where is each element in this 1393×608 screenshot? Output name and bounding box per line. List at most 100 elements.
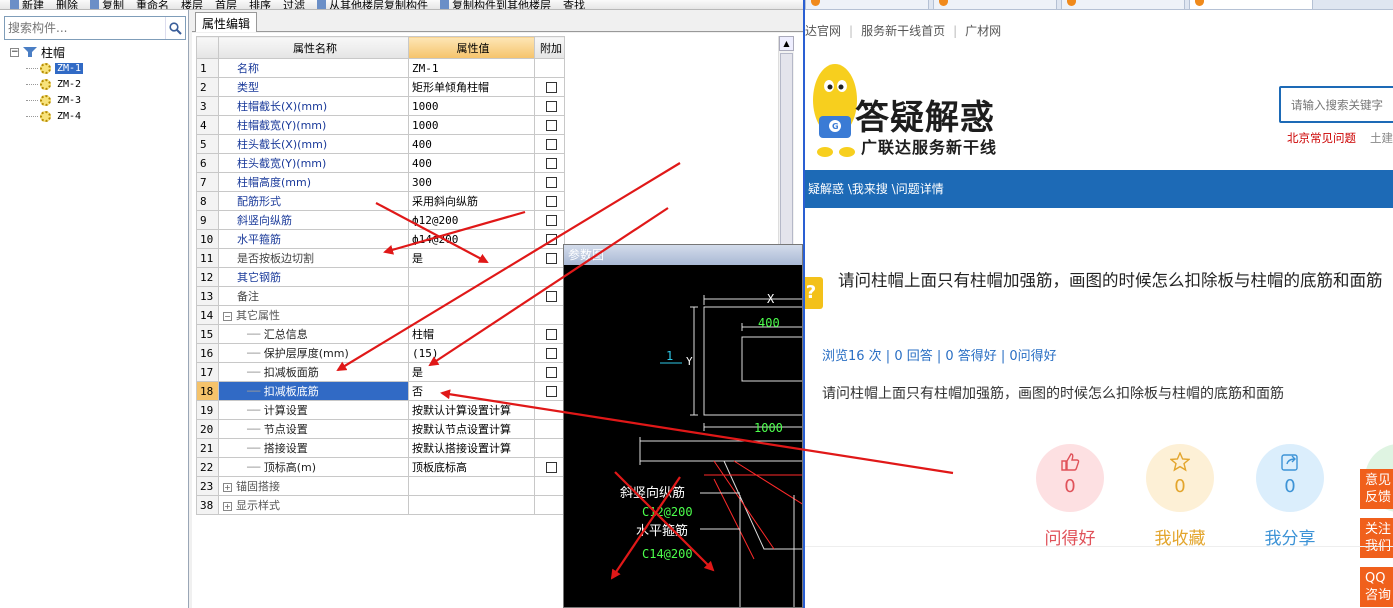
extra-checkbox[interactable]: [545, 215, 557, 226]
property-value[interactable]: 矩形单倾角柱帽: [408, 77, 535, 97]
property-value[interactable]: 是: [408, 248, 535, 268]
reference-dialog-title[interactable]: 参数图: [564, 245, 802, 265]
property-row[interactable]: 11 是否按板边切割 是: [196, 248, 565, 268]
property-value[interactable]: 是: [408, 362, 535, 382]
property-value[interactable]: 采用斜向纵筋: [408, 191, 535, 211]
extra-checkbox[interactable]: [545, 101, 557, 112]
property-row[interactable]: 9 斜竖向纵筋 ф12@200: [196, 210, 565, 230]
browser-tab-4-active[interactable]: [1189, 0, 1313, 10]
toolbar-copy-button[interactable]: 复制: [90, 0, 124, 9]
site-search-input[interactable]: [1281, 88, 1393, 121]
extra-checkbox[interactable]: [545, 177, 557, 188]
tree-item-zm-2[interactable]: ZM-2: [10, 76, 83, 92]
component-search-input[interactable]: [5, 17, 165, 39]
property-row[interactable]: 6 柱头截宽(Y)(mm) 400: [196, 153, 565, 173]
tab-property-edit[interactable]: 属性编辑: [195, 12, 258, 32]
side-button-follow[interactable]: 关注我们: [1360, 518, 1393, 558]
action-circle[interactable]: 0: [1036, 444, 1104, 512]
hot-link-civil[interactable]: 土建: [1370, 131, 1393, 145]
property-row[interactable]: 22 ── 顶标高(m) 顶板底标高: [196, 457, 565, 477]
property-row[interactable]: 8 配筋形式 采用斜向纵筋: [196, 191, 565, 211]
property-row[interactable]: 38 + 显示样式: [196, 495, 565, 515]
property-value[interactable]: [408, 286, 535, 306]
property-value[interactable]: ф14@200: [408, 229, 535, 249]
scroll-up-arrow-icon[interactable]: ▲: [779, 36, 794, 51]
property-row[interactable]: 4 柱帽截宽(Y)(mm) 1000: [196, 115, 565, 135]
toolbar-filter-button[interactable]: 过滤: [283, 0, 305, 9]
tree-item-zm-3[interactable]: ZM-3: [10, 92, 83, 108]
site-logo[interactable]: G 答疑解惑 广联达服务新干线: [805, 56, 1015, 166]
property-row[interactable]: 15 ── 汇总信息 柱帽: [196, 324, 565, 344]
browser-tab-3[interactable]: [1061, 0, 1185, 10]
collapse-icon[interactable]: −: [223, 312, 232, 321]
property-value[interactable]: 400: [408, 134, 535, 154]
extra-checkbox[interactable]: [545, 462, 557, 473]
property-row[interactable]: 17 ── 扣减板面筋是: [196, 362, 565, 382]
property-value[interactable]: ZM-1: [408, 58, 535, 78]
browser-tab-2[interactable]: [933, 0, 1057, 10]
property-row[interactable]: 5 柱头截长(X)(mm) 400: [196, 134, 565, 154]
property-value[interactable]: [408, 476, 535, 496]
browser-tab-1[interactable]: [805, 0, 929, 10]
scroll-thumb[interactable]: [780, 53, 793, 268]
expand-icon[interactable]: +: [223, 502, 232, 511]
side-button-feedback[interactable]: 意见反馈: [1360, 469, 1393, 509]
action-circle[interactable]: 0: [1146, 444, 1214, 512]
action-share[interactable]: 0 我分享: [1255, 444, 1325, 549]
toolbar-copy-from-floor-button[interactable]: 从其他楼层复制构件: [317, 0, 428, 9]
toolbar-sort-button[interactable]: 排序: [249, 0, 271, 9]
property-value[interactable]: [408, 267, 535, 287]
property-row[interactable]: 1 名称 ZM-1: [196, 58, 565, 78]
property-row[interactable]: 20 ── 节点设置 按默认节点设置计算: [196, 419, 565, 439]
property-row[interactable]: 14− 其它属性: [196, 305, 565, 325]
property-value[interactable]: 1000: [408, 96, 535, 116]
nav-link-material-site[interactable]: 广材网: [965, 24, 1001, 38]
property-row[interactable]: 2 类型 矩形单倾角柱帽: [196, 77, 565, 97]
property-value[interactable]: [408, 305, 535, 325]
expand-icon[interactable]: +: [223, 483, 232, 492]
property-value[interactable]: 按默认搭接设置计算: [408, 438, 535, 458]
toolbar-new-button[interactable]: 新建: [10, 0, 44, 9]
property-value[interactable]: 按默认计算设置计算: [408, 400, 535, 420]
property-row[interactable]: 12 其它钢筋: [196, 267, 565, 287]
extra-checkbox[interactable]: [545, 329, 557, 340]
extra-checkbox[interactable]: [545, 120, 557, 131]
property-value[interactable]: 顶板底标高: [408, 457, 535, 477]
tree-item-zm-1[interactable]: ZM-1: [10, 60, 84, 76]
nav-link-official-site[interactable]: 达官网: [805, 24, 841, 38]
extra-checkbox[interactable]: [545, 158, 557, 169]
extra-checkbox[interactable]: [545, 253, 557, 264]
property-value[interactable]: ф12@200: [408, 210, 535, 230]
action-good-question[interactable]: 0 问得好: [1035, 444, 1105, 549]
property-row[interactable]: 19 ── 计算设置 按默认计算设置计算: [196, 400, 565, 420]
property-row[interactable]: 13 备注: [196, 286, 565, 306]
reference-drawing-dialog[interactable]: 参数图 X Y 1 400 1000 斜竖向纵筋 C12@200 水平箍筋 C1…: [563, 244, 803, 608]
hot-link-beijing-faq[interactable]: 北京常见问题: [1287, 131, 1356, 145]
property-value[interactable]: (15): [408, 343, 535, 363]
search-button[interactable]: [165, 17, 185, 39]
side-button-qq[interactable]: QQ咨询: [1360, 567, 1393, 607]
property-row[interactable]: 21 ── 搭接设置 按默认搭接设置计算: [196, 438, 565, 458]
nav-link-service-home[interactable]: 服务新干线首页: [861, 24, 945, 38]
toolbar-floor-select[interactable]: 首层: [215, 0, 237, 9]
property-row[interactable]: 18 ── 扣减板底筋否: [196, 381, 565, 401]
extra-checkbox[interactable]: [545, 291, 557, 302]
tree-item-zm-4[interactable]: ZM-4: [10, 108, 83, 124]
property-value[interactable]: 柱帽: [408, 324, 535, 344]
property-value[interactable]: 300: [408, 172, 535, 192]
property-row[interactable]: 7 柱帽高度(mm) 300: [196, 172, 565, 192]
action-favorite[interactable]: 0 我收藏: [1145, 444, 1215, 549]
extra-checkbox[interactable]: [545, 386, 557, 397]
property-row[interactable]: 23 + 锚固搭接: [196, 476, 565, 496]
tree-root-zhumao[interactable]: − 柱帽: [10, 44, 83, 60]
property-row[interactable]: 3 柱帽截长(X)(mm) 1000: [196, 96, 565, 116]
extra-checkbox[interactable]: [545, 196, 557, 207]
extra-checkbox[interactable]: [545, 82, 557, 93]
extra-checkbox[interactable]: [545, 234, 557, 245]
toolbar-rename-button[interactable]: 重命名: [136, 0, 169, 9]
property-value[interactable]: 1000: [408, 115, 535, 135]
property-row[interactable]: 16 ── 保护层厚度(mm) (15): [196, 343, 565, 363]
extra-checkbox[interactable]: [545, 348, 557, 359]
property-row[interactable]: 10 水平箍筋 ф14@200: [196, 229, 565, 249]
property-value[interactable]: 按默认节点设置计算: [408, 419, 535, 439]
